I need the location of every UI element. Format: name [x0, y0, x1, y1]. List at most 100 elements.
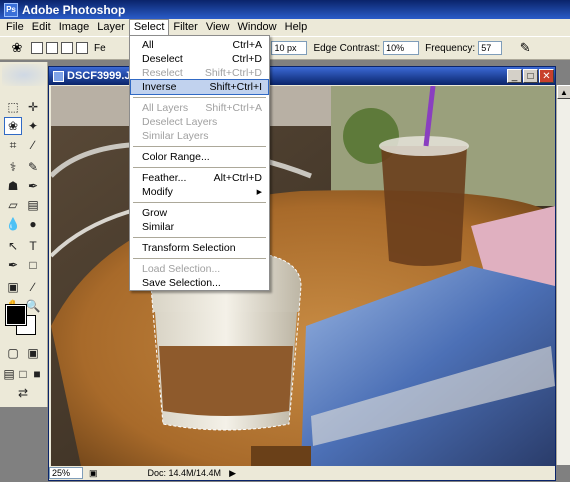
foreground-color-swatch[interactable] [5, 304, 27, 326]
screen-mode-1-icon[interactable]: ▤ [2, 365, 16, 383]
screen-mode-3-icon[interactable]: ■ [30, 365, 44, 383]
menu-item-save-selection[interactable]: Save Selection... [131, 276, 268, 290]
edge-contrast-label: Edge Contrast: [313, 42, 381, 54]
add-selection-icon[interactable] [46, 42, 58, 54]
menu-edit[interactable]: Edit [28, 19, 55, 36]
submenu-arrow-icon: ▶ [256, 189, 262, 196]
brush-tool-icon[interactable]: ✎ [24, 158, 42, 176]
select-menu: All Ctrl+A Deselect Ctrl+D Reselect Shift+C… [129, 35, 270, 291]
magic-wand-icon[interactable]: ✦ [24, 117, 42, 135]
menu-item-label: Inverse [142, 81, 177, 93]
frequency-label: Frequency: [425, 42, 476, 54]
options-bar: ❀ Fe : 10 px Edge Contrast: 10% Frequenc… [0, 36, 570, 60]
menu-item-reselect: Reselect Shift+Ctrl+D [131, 66, 268, 80]
menu-item-color-range[interactable]: Color Range... [131, 150, 268, 164]
document-window: DSCF3999.J _ □ ✕ 25% ▣ Doc: 14.4M/14.4M … [48, 66, 556, 481]
scroll-up-icon[interactable]: ▲ [557, 85, 570, 99]
menu-separator [133, 167, 266, 168]
menu-item-label: Similar Layers [142, 130, 209, 142]
status-icon[interactable]: ▣ [89, 468, 98, 479]
notes-tool-icon[interactable]: ▣ [4, 278, 22, 296]
new-selection-icon[interactable] [31, 42, 43, 54]
minimize-button[interactable]: _ [507, 69, 522, 83]
menu-image[interactable]: Image [55, 19, 94, 36]
menu-item-shortcut: Shift+Ctrl+D [204, 67, 262, 79]
document-titlebar[interactable]: DSCF3999.J [49, 67, 555, 85]
quickmask-mode-icon[interactable]: ▣ [24, 344, 42, 362]
screen-mode-2-icon[interactable]: □ [16, 365, 30, 383]
path-select-icon[interactable]: ↖ [4, 237, 22, 255]
image-canvas[interactable] [51, 86, 555, 466]
menu-item-shortcut: Shift+Ctrl+A [205, 102, 262, 114]
vertical-scrollbar[interactable]: ▲ [556, 85, 570, 465]
menu-separator [133, 258, 266, 259]
document-title: DSCF3999.J [67, 70, 131, 82]
menu-item-inverse[interactable]: Inverse Shift+Ctrl+I [130, 79, 269, 95]
menu-item-label: Deselect [142, 53, 183, 65]
menu-separator [133, 237, 266, 238]
menu-item-deselect-layers: Deselect Layers [131, 115, 268, 129]
menu-item-similar-layers: Similar Layers [131, 129, 268, 143]
menu-item-feather[interactable]: Feather... Alt+Ctrl+D [131, 171, 268, 185]
clone-stamp-icon[interactable]: ☗ [4, 177, 22, 195]
subtract-selection-icon[interactable] [61, 42, 73, 54]
menu-select[interactable]: Select [128, 19, 170, 36]
move-tool-icon[interactable]: ✛ [24, 98, 42, 116]
shape-tool-icon[interactable]: □ [24, 256, 42, 274]
doc-size-info: Doc: 14.4M/14.4M [147, 468, 222, 478]
magnetic-lasso-icon[interactable]: ❀ [6, 39, 28, 57]
eyedropper-icon[interactable]: ∕ [24, 278, 42, 296]
status-arrow-icon[interactable]: ▶ [229, 468, 236, 479]
app-titlebar: Ps Adobe Photoshop [0, 0, 570, 19]
gradient-tool-icon[interactable]: ▤ [24, 196, 42, 214]
healing-brush-icon[interactable]: ⚕ [4, 158, 22, 176]
menu-window[interactable]: Window [234, 19, 281, 36]
app-title: Adobe Photoshop [22, 2, 126, 17]
frequency-field[interactable]: 57 [478, 41, 503, 55]
edge-contrast-field[interactable]: 10% [383, 41, 420, 55]
photoshop-logo-icon: Ps [4, 2, 18, 17]
menu-file[interactable]: File [2, 19, 28, 36]
intersect-selection-icon[interactable] [76, 42, 88, 54]
menu-item-label: All Layers [142, 102, 189, 114]
jump-to-imageready-icon[interactable]: ⇄ [14, 384, 32, 402]
lasso-tool-icon[interactable]: ❀ [4, 117, 22, 135]
standard-mode-icon[interactable]: ▢ [4, 344, 22, 362]
menu-item-label: Save Selection... [142, 277, 221, 289]
menu-item-transform-selection[interactable]: Transform Selection [131, 241, 268, 255]
menu-view[interactable]: View [202, 19, 234, 36]
zoom-tool-icon[interactable]: 🔍 [24, 297, 42, 315]
menu-item-label: Transform Selection [142, 242, 236, 254]
eraser-tool-icon[interactable]: ▱ [4, 196, 22, 214]
zoom-field[interactable]: 25% [49, 467, 83, 479]
menu-separator [133, 146, 266, 147]
menu-item-label: Deselect Layers [142, 116, 218, 128]
pen-tool-icon[interactable]: ✒ [4, 256, 22, 274]
history-brush-icon[interactable]: ✒ [24, 177, 42, 195]
type-tool-icon[interactable]: T [24, 237, 42, 255]
menu-item-shortcut: Ctrl+D [231, 53, 262, 65]
crop-tool-icon[interactable]: ⌗ [4, 136, 22, 154]
menu-item-label: Color Range... [142, 151, 210, 163]
menu-item-all[interactable]: All Ctrl+A [131, 38, 268, 52]
menu-item-label: Feather... [142, 172, 187, 184]
toolbox: ⬚ ✛ ❀ ✦ ⌗ ∕ ⚕ ✎ ☗ ✒ ▱ ▤ 💧 ● ↖ T ✒ □ ▣ ∕ … [0, 62, 48, 407]
menubar: File Edit Image Layer Select Filter View… [0, 19, 570, 36]
close-button[interactable]: ✕ [539, 69, 554, 83]
maximize-button[interactable]: □ [523, 69, 538, 83]
menu-layer[interactable]: Layer [93, 19, 129, 36]
menu-item-label: Grow [142, 207, 168, 219]
dodge-tool-icon[interactable]: ● [24, 215, 42, 233]
menu-help[interactable]: Help [281, 19, 312, 36]
menu-item-label: Modify [142, 186, 173, 198]
blur-tool-icon[interactable]: 💧 [4, 215, 22, 233]
menu-item-grow[interactable]: Grow [131, 206, 268, 220]
menu-item-modify[interactable]: Modify ▶ [131, 185, 268, 199]
slice-tool-icon[interactable]: ∕ [24, 136, 42, 154]
menu-item-similar[interactable]: Similar [131, 220, 268, 234]
marquee-tool-icon[interactable]: ⬚ [4, 98, 22, 116]
width-field[interactable]: 10 px [271, 41, 308, 55]
pen-pressure-icon[interactable]: ✎ [514, 39, 536, 57]
menu-filter[interactable]: Filter [169, 19, 201, 36]
menu-item-deselect[interactable]: Deselect Ctrl+D [131, 52, 268, 66]
